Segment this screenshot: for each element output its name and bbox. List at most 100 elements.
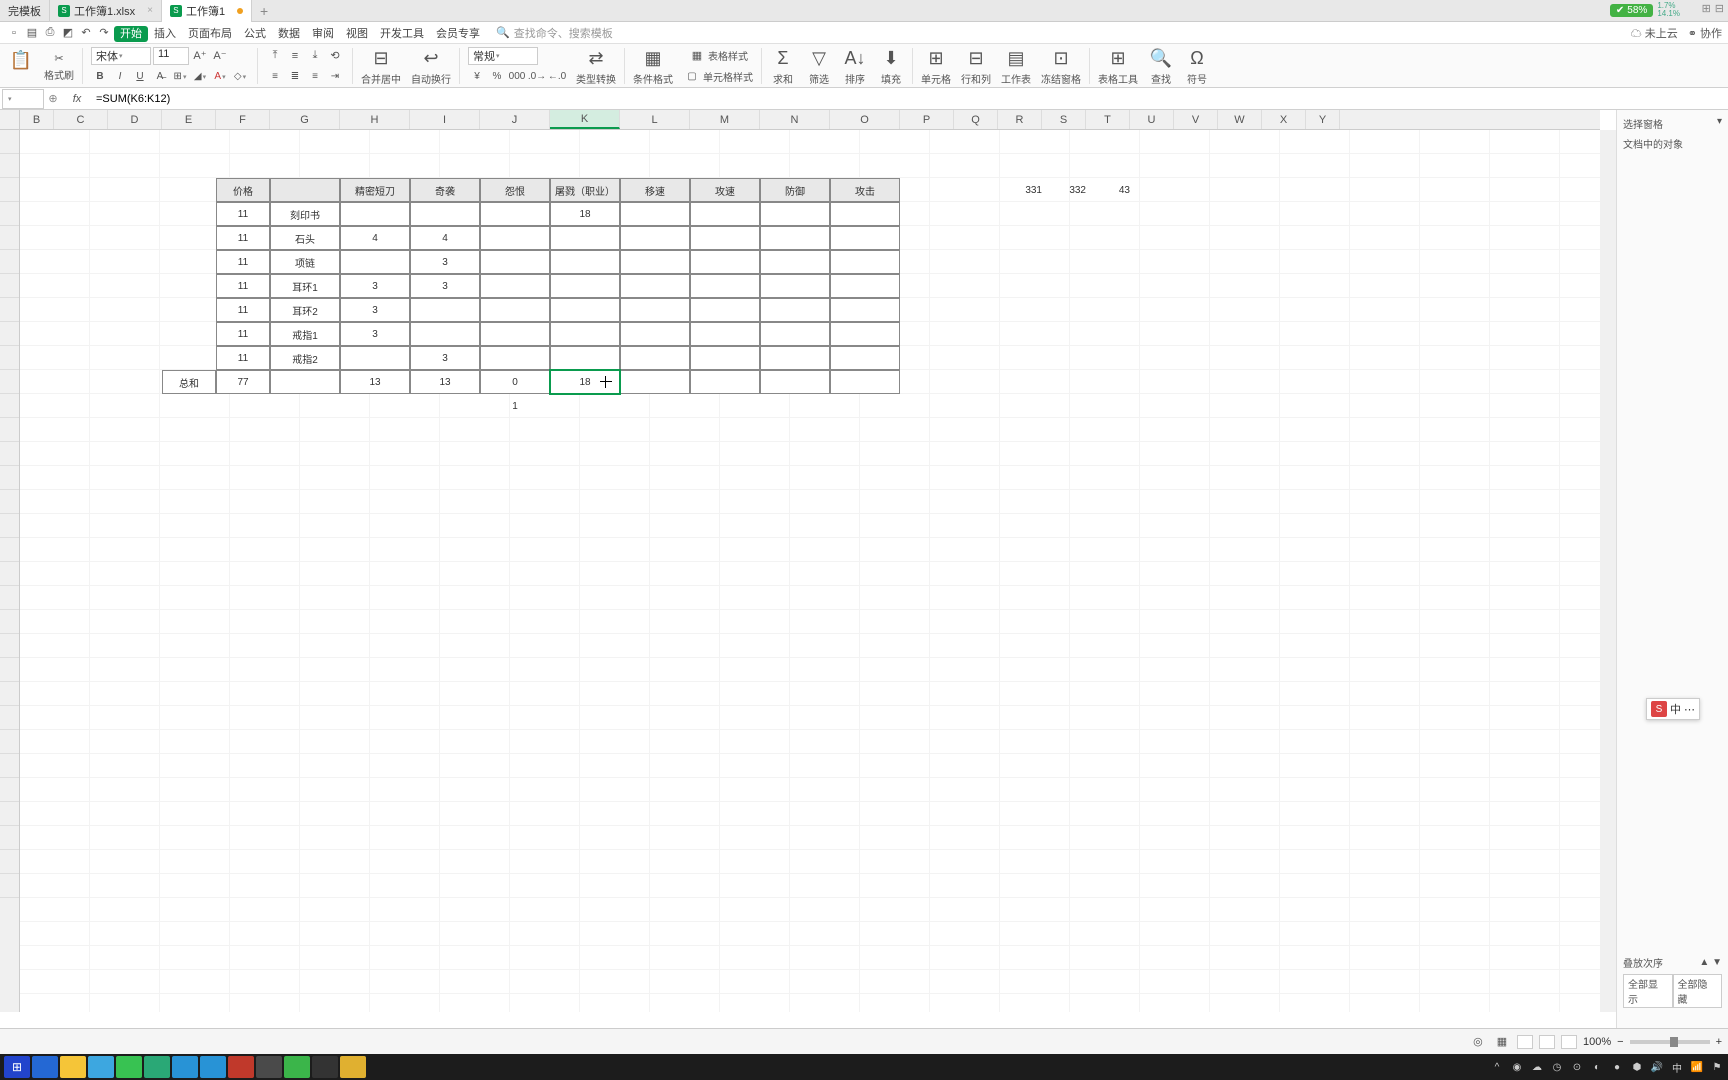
cloud-status[interactable]: ☁ 未上云 bbox=[1631, 25, 1678, 41]
tray-ico[interactable]: ◷ bbox=[1550, 1060, 1564, 1074]
row-header[interactable] bbox=[0, 178, 19, 202]
cell[interactable]: 18 bbox=[550, 370, 620, 394]
row-header[interactable] bbox=[0, 754, 19, 778]
align-bot-icon[interactable]: ⤓ bbox=[306, 47, 324, 65]
format-painter-label[interactable]: 格式刷 bbox=[44, 67, 74, 82]
strike-icon[interactable]: A̶ bbox=[151, 68, 169, 86]
freeze-icon[interactable]: ⊡ bbox=[1048, 45, 1074, 71]
fx-icon[interactable]: fx bbox=[68, 93, 86, 105]
row-header[interactable] bbox=[0, 394, 19, 418]
cell[interactable] bbox=[760, 250, 830, 274]
row-header[interactable] bbox=[0, 490, 19, 514]
worksheet-icon[interactable]: ▤ bbox=[1003, 45, 1029, 71]
cell[interactable]: 戒指1 bbox=[270, 322, 340, 346]
cell[interactable]: 3 bbox=[340, 274, 410, 298]
zoom-namebox-icon[interactable]: ⊕ bbox=[44, 92, 62, 105]
command-search[interactable]: 🔍 查找命令、搜索模板 bbox=[496, 25, 613, 41]
show-all-button[interactable]: 全部显示 bbox=[1623, 974, 1673, 1008]
orient-icon[interactable]: ⟲ bbox=[326, 47, 344, 65]
taskbar-app-4[interactable] bbox=[144, 1056, 170, 1078]
close-icon[interactable]: × bbox=[147, 5, 153, 16]
cell[interactable] bbox=[480, 274, 550, 298]
cell[interactable] bbox=[620, 322, 690, 346]
cell[interactable]: 3 bbox=[410, 274, 480, 298]
col-header-W[interactable]: W bbox=[1218, 110, 1262, 129]
cell[interactable]: 耳环1 bbox=[270, 274, 340, 298]
row-header[interactable] bbox=[0, 634, 19, 658]
col-header-M[interactable]: M bbox=[690, 110, 760, 129]
menu-开始[interactable]: 开始 bbox=[114, 26, 148, 42]
row-header[interactable] bbox=[0, 226, 19, 250]
cell[interactable] bbox=[620, 202, 690, 226]
row-header[interactable] bbox=[0, 538, 19, 562]
cell[interactable]: 1 bbox=[480, 394, 550, 418]
save-icon[interactable]: ▫ bbox=[6, 25, 22, 41]
cell[interactable]: 3 bbox=[410, 346, 480, 370]
font-size-select[interactable]: 11 bbox=[153, 47, 189, 65]
view-break-icon[interactable] bbox=[1561, 1035, 1577, 1049]
cell[interactable] bbox=[830, 298, 900, 322]
cell[interactable]: 总和 bbox=[162, 370, 216, 394]
cell[interactable] bbox=[410, 298, 480, 322]
cell[interactable]: 3 bbox=[340, 322, 410, 346]
cell[interactable] bbox=[480, 202, 550, 226]
collab-button[interactable]: ⚭ 协作 bbox=[1688, 25, 1722, 41]
currency-icon[interactable]: ¥ bbox=[468, 68, 486, 86]
row-header[interactable] bbox=[0, 370, 19, 394]
tray-flag-icon[interactable]: ⚑ bbox=[1710, 1060, 1724, 1074]
cell[interactable] bbox=[620, 250, 690, 274]
bold-icon[interactable]: B bbox=[91, 68, 109, 86]
col-header-P[interactable]: P bbox=[900, 110, 954, 129]
hide-all-button[interactable]: 全部隐藏 bbox=[1673, 974, 1723, 1008]
row-header[interactable] bbox=[0, 874, 19, 898]
inc-decimal-icon[interactable]: .0→ bbox=[528, 68, 546, 86]
cell[interactable] bbox=[760, 226, 830, 250]
print-icon[interactable]: ⎙ bbox=[42, 25, 58, 41]
font-select[interactable]: 宋体▾ bbox=[91, 47, 151, 65]
cell[interactable] bbox=[760, 322, 830, 346]
wrap-icon[interactable]: ↩ bbox=[418, 45, 444, 71]
grow-font-icon[interactable]: A⁺ bbox=[191, 47, 209, 65]
align-top-icon[interactable]: ⤒ bbox=[266, 47, 284, 65]
tray-vol-icon[interactable]: 🔊 bbox=[1650, 1060, 1664, 1074]
menu-数据[interactable]: 数据 bbox=[272, 26, 306, 42]
row-header[interactable] bbox=[0, 586, 19, 610]
menu-页面布局[interactable]: 页面布局 bbox=[182, 26, 238, 42]
col-header-B[interactable]: B bbox=[20, 110, 54, 129]
cell[interactable]: 奇袭 bbox=[410, 178, 480, 202]
tray-ico[interactable]: ⊙ bbox=[1570, 1060, 1584, 1074]
cell[interactable]: 4 bbox=[410, 226, 480, 250]
row-header[interactable] bbox=[0, 562, 19, 586]
spreadsheet-grid[interactable]: BCDEFGHIJKLMNOPQRSTUVWXY 价格精密短刀奇袭怨恨屠戮（职业… bbox=[0, 110, 1616, 1012]
cell[interactable] bbox=[480, 226, 550, 250]
cell[interactable] bbox=[830, 370, 900, 394]
cell[interactable] bbox=[480, 346, 550, 370]
ime-toolbar[interactable]: S 中 ⋯ bbox=[1646, 698, 1700, 720]
row-header[interactable] bbox=[0, 346, 19, 370]
cell[interactable]: 3 bbox=[340, 298, 410, 322]
font-color-icon[interactable]: A▾ bbox=[211, 68, 229, 86]
cell[interactable]: 精密短刀 bbox=[340, 178, 410, 202]
cell[interactable] bbox=[550, 226, 620, 250]
cell[interactable]: 11 bbox=[216, 202, 270, 226]
cell[interactable] bbox=[760, 274, 830, 298]
underline-icon[interactable]: U bbox=[131, 68, 149, 86]
col-header-I[interactable]: I bbox=[410, 110, 480, 129]
cell[interactable] bbox=[270, 370, 340, 394]
cell[interactable] bbox=[830, 346, 900, 370]
col-header-E[interactable]: E bbox=[162, 110, 216, 129]
cell[interactable] bbox=[690, 250, 760, 274]
cell[interactable] bbox=[760, 370, 830, 394]
row-header[interactable] bbox=[0, 298, 19, 322]
col-header-T[interactable]: T bbox=[1086, 110, 1130, 129]
tab-workbook1-xlsx[interactable]: S 工作簿1.xlsx × bbox=[50, 0, 162, 22]
col-header-H[interactable]: H bbox=[340, 110, 410, 129]
cell[interactable]: 18 bbox=[550, 202, 620, 226]
tray-ico[interactable]: ● bbox=[1610, 1060, 1624, 1074]
view-page-icon[interactable] bbox=[1539, 1035, 1555, 1049]
type-convert-icon[interactable]: ⇄ bbox=[583, 45, 609, 71]
sort-icon[interactable]: A↓ bbox=[842, 45, 868, 71]
cell[interactable] bbox=[620, 346, 690, 370]
row-header[interactable] bbox=[0, 706, 19, 730]
cell[interactable] bbox=[690, 370, 760, 394]
